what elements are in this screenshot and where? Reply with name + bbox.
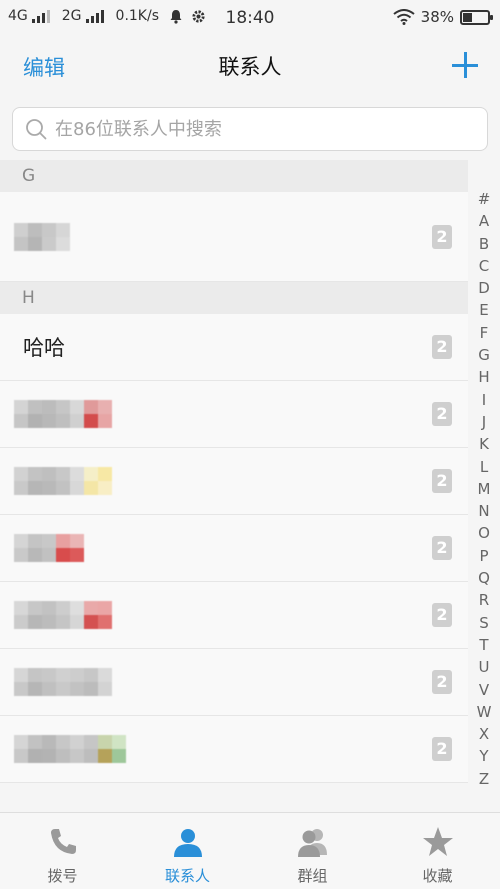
contact-list: G 2 H 哈哈 2 2 2 2 2 2 2	[0, 160, 468, 783]
alphabet-letter[interactable]: #	[478, 188, 491, 210]
obscured-contact-name	[14, 601, 112, 629]
alphabet-letter[interactable]: S	[479, 612, 489, 634]
nav-tab-star[interactable]: 收藏	[375, 813, 500, 889]
nav-tab-person[interactable]: 联系人	[125, 813, 250, 889]
alphabet-letter[interactable]: L	[480, 456, 488, 478]
group-icon	[297, 829, 327, 857]
alphabet-letter[interactable]: Y	[479, 745, 488, 767]
header: 编辑 联系人	[0, 40, 500, 94]
nav-label: 群组	[297, 867, 328, 885]
contact-row[interactable]: 哈哈 2	[0, 314, 468, 381]
alphabet-letter[interactable]: C	[479, 255, 489, 277]
alphabet-letter[interactable]: R	[479, 589, 489, 611]
alphabet-letter[interactable]: P	[479, 545, 488, 567]
contact-row[interactable]: 2	[0, 582, 468, 649]
alphabet-letter[interactable]: Q	[478, 567, 490, 589]
alphabet-letter[interactable]: T	[479, 634, 488, 656]
nav-label: 收藏	[422, 867, 453, 885]
alphabet-letter[interactable]: H	[478, 366, 489, 388]
bottom-nav: 拨号 联系人 群组 收藏	[0, 812, 500, 889]
page-title: 联系人	[218, 55, 282, 79]
alphabet-letter[interactable]: G	[478, 344, 490, 366]
obscured-contact-name	[14, 467, 112, 495]
sim-card-icon: 2	[432, 402, 452, 426]
contact-row[interactable]: 2	[0, 192, 468, 282]
alphabet-letter[interactable]: D	[478, 277, 490, 299]
alphabet-letter[interactable]: E	[479, 299, 488, 321]
obscured-contact-name	[14, 222, 70, 251]
section-header-g: G	[0, 160, 468, 192]
battery-icon	[460, 9, 493, 25]
sim-card-icon: 2	[432, 224, 452, 249]
contact-name: 哈哈	[23, 336, 65, 360]
sim-card-icon: 2	[432, 670, 452, 694]
alphabet-letter[interactable]: M	[478, 478, 491, 500]
search-input[interactable]	[55, 118, 455, 140]
search-icon	[26, 119, 47, 140]
nav-tab-phone[interactable]: 拨号	[0, 813, 125, 889]
status-right: 38%	[393, 8, 493, 26]
nav-label: 拨号	[47, 867, 78, 885]
alphabet-letter[interactable]: W	[477, 701, 492, 723]
alphabet-letter[interactable]: I	[482, 389, 486, 411]
alphabet-letter[interactable]: V	[479, 679, 489, 701]
contact-row[interactable]: 2	[0, 515, 468, 582]
alphabet-letter[interactable]: O	[478, 522, 490, 544]
alphabet-letter[interactable]: F	[480, 322, 489, 344]
contact-row[interactable]: 2	[0, 448, 468, 515]
battery-percent: 38%	[420, 8, 454, 26]
phone-icon	[50, 829, 76, 854]
alphabet-letter[interactable]: N	[478, 500, 489, 522]
status-bar: 4G 2G 0.1K/s 18:40 38%	[0, 0, 500, 36]
section-header-h: H	[0, 282, 468, 314]
wifi-icon	[393, 9, 415, 25]
alphabet-letter[interactable]: Z	[479, 768, 489, 790]
sim-card-icon: 2	[432, 737, 452, 761]
contact-row[interactable]: 2	[0, 381, 468, 448]
alphabet-letter[interactable]: B	[479, 233, 489, 255]
battery-fill	[463, 12, 473, 22]
alphabet-letter[interactable]: U	[479, 656, 490, 678]
alphabet-letter[interactable]: X	[479, 723, 489, 745]
alphabet-letter[interactable]: K	[479, 433, 489, 455]
contact-row[interactable]: 2	[0, 649, 468, 716]
sim-card-icon: 2	[432, 469, 452, 493]
alphabet-letter[interactable]: A	[479, 210, 489, 232]
search-box[interactable]	[12, 107, 488, 151]
obscured-contact-name	[14, 400, 112, 428]
alphabet-letter[interactable]: J	[482, 411, 486, 433]
add-contact-button[interactable]	[452, 52, 478, 78]
obscured-contact-name	[14, 534, 84, 562]
contact-row[interactable]: 2	[0, 716, 468, 783]
sim-card-icon: 2	[432, 335, 452, 359]
obscured-contact-name	[14, 668, 112, 696]
alphabet-index[interactable]: # A B C D E F G H I J K L M N O P Q R S T U V W X Y Z	[474, 188, 494, 790]
nav-tab-group[interactable]: 群组	[250, 813, 375, 889]
sim-card-icon: 2	[432, 536, 452, 560]
sim-card-icon: 2	[432, 603, 452, 627]
nav-label: 联系人	[164, 867, 210, 885]
star-icon	[422, 827, 453, 856]
obscured-contact-name	[14, 735, 126, 763]
person-icon	[173, 829, 202, 857]
edit-button[interactable]: 编辑	[23, 52, 65, 82]
